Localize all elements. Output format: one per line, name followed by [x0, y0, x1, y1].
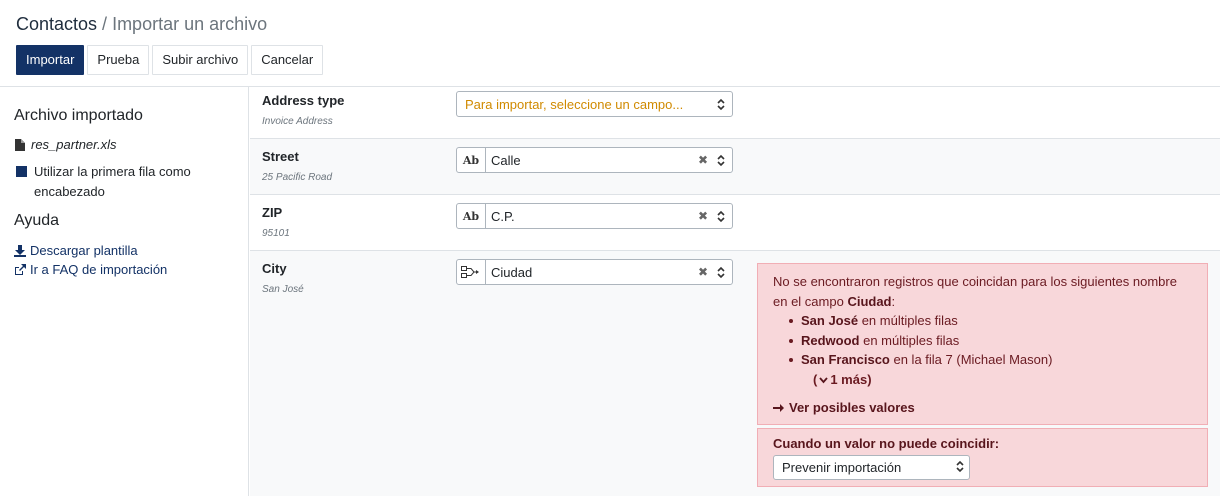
column-sample: 95101	[262, 228, 290, 239]
breadcrumb: Contactos / Importar un archivo	[16, 12, 267, 36]
test-button[interactable]: Prueba	[87, 45, 150, 75]
relation-icon	[457, 260, 486, 284]
file-icon	[15, 138, 25, 151]
cancel-button[interactable]: Cancelar	[251, 45, 324, 75]
column-name: Address type	[262, 93, 345, 108]
column-sample: San José	[262, 284, 304, 295]
field-mapping-value: Calle	[491, 152, 521, 168]
column-name: City	[262, 261, 287, 276]
imported-file-heading: Archivo importado	[14, 107, 143, 124]
no-match-option: Cuando un valor no puede coincidir: Prev…	[757, 428, 1208, 487]
import-button[interactable]: Importar	[16, 45, 85, 75]
chevron-updown-icon	[956, 460, 964, 473]
column-sample: Invoice Address	[262, 116, 333, 127]
alert-message: No se encontraron registros que coincida…	[773, 274, 1177, 309]
sidebar: Archivo importado res_partner.xls Utiliz…	[0, 87, 249, 496]
text-type-icon: Ab	[457, 148, 486, 172]
clear-icon[interactable]: ✖	[696, 209, 710, 223]
column-name: ZIP	[262, 205, 283, 220]
chevron-updown-icon	[710, 98, 732, 111]
file-name: res_partner.xls	[31, 137, 117, 152]
field-mapping-select[interactable]: Ab Calle ✖	[456, 147, 733, 173]
no-match-label: Cuando un valor no puede coincidir:	[773, 436, 1000, 451]
column-sample: 25 Pacific Road	[262, 172, 333, 183]
imported-file: res_partner.xls	[15, 137, 117, 152]
download-icon	[14, 244, 26, 257]
no-match-selected: Prevenir importación	[782, 460, 902, 475]
breadcrumb-contacts-link[interactable]: Contactos	[16, 14, 97, 34]
list-item: Redwood en múltiples filas	[789, 331, 1192, 351]
clear-icon[interactable]: ✖	[696, 153, 710, 167]
view-possible-values-link[interactable]: Ver posibles valores	[773, 398, 915, 418]
first-row-header-label[interactable]: Utilizar la primera fila como encabezado	[34, 162, 236, 202]
field-mapping-value: C.P.	[491, 208, 515, 224]
list-item: San Francisco en la fila 7 (Michael Maso…	[789, 350, 1192, 370]
field-mapping-placeholder: Para importar, seleccione un campo...	[465, 96, 684, 112]
show-more-toggle[interactable]: (1 más)	[813, 370, 1192, 390]
toolbar: Importar Prueba Subir archivo Cancelar	[16, 45, 324, 75]
field-mapping-value: Ciudad	[491, 264, 533, 280]
field-row-address-type: Address type Invoice Address Para import…	[250, 87, 1220, 139]
download-template-link[interactable]: Descargar plantilla	[14, 243, 138, 258]
column-name: Street	[262, 149, 299, 164]
chevron-updown-icon	[710, 154, 732, 167]
first-row-header-option[interactable]: Utilizar la primera fila como encabezado	[16, 162, 236, 202]
alert-field-name: Ciudad	[847, 293, 892, 309]
field-mapping-select[interactable]: Ciudad ✖	[456, 259, 733, 285]
upload-file-button[interactable]: Subir archivo	[152, 45, 249, 75]
text-type-icon: Ab	[457, 204, 486, 228]
import-faq-link[interactable]: Ir a FAQ de importación	[14, 262, 167, 277]
clear-icon[interactable]: ✖	[696, 265, 710, 279]
no-match-alert: No se encontraron registros que coincida…	[757, 263, 1208, 425]
no-match-select[interactable]: Prevenir importación	[773, 455, 970, 480]
field-mapping-select[interactable]: Ab C.P. ✖	[456, 203, 733, 229]
arrow-right-icon	[773, 403, 784, 412]
field-row-zip: ZIP 95101 Ab C.P. ✖	[250, 195, 1220, 251]
external-link-icon	[15, 263, 26, 275]
field-row-street: Street 25 Pacific Road Ab Calle ✖	[250, 139, 1220, 195]
unmatched-values-list: San José en múltiples filas Redwood en m…	[789, 311, 1192, 370]
breadcrumb-separator: /	[97, 14, 113, 34]
chevron-updown-icon	[710, 266, 732, 279]
page-title: Importar un archivo	[112, 14, 268, 34]
list-item: San José en múltiples filas	[789, 311, 1192, 331]
import-faq-label[interactable]: Ir a FAQ de importación	[30, 262, 167, 277]
chevron-down-icon	[819, 376, 829, 383]
first-row-header-checkbox[interactable]	[16, 166, 27, 177]
chevron-updown-icon	[710, 210, 732, 223]
field-mapping-select[interactable]: Para importar, seleccione un campo...	[456, 91, 733, 117]
help-heading: Ayuda	[14, 212, 60, 229]
download-template-label[interactable]: Descargar plantilla	[30, 243, 138, 258]
